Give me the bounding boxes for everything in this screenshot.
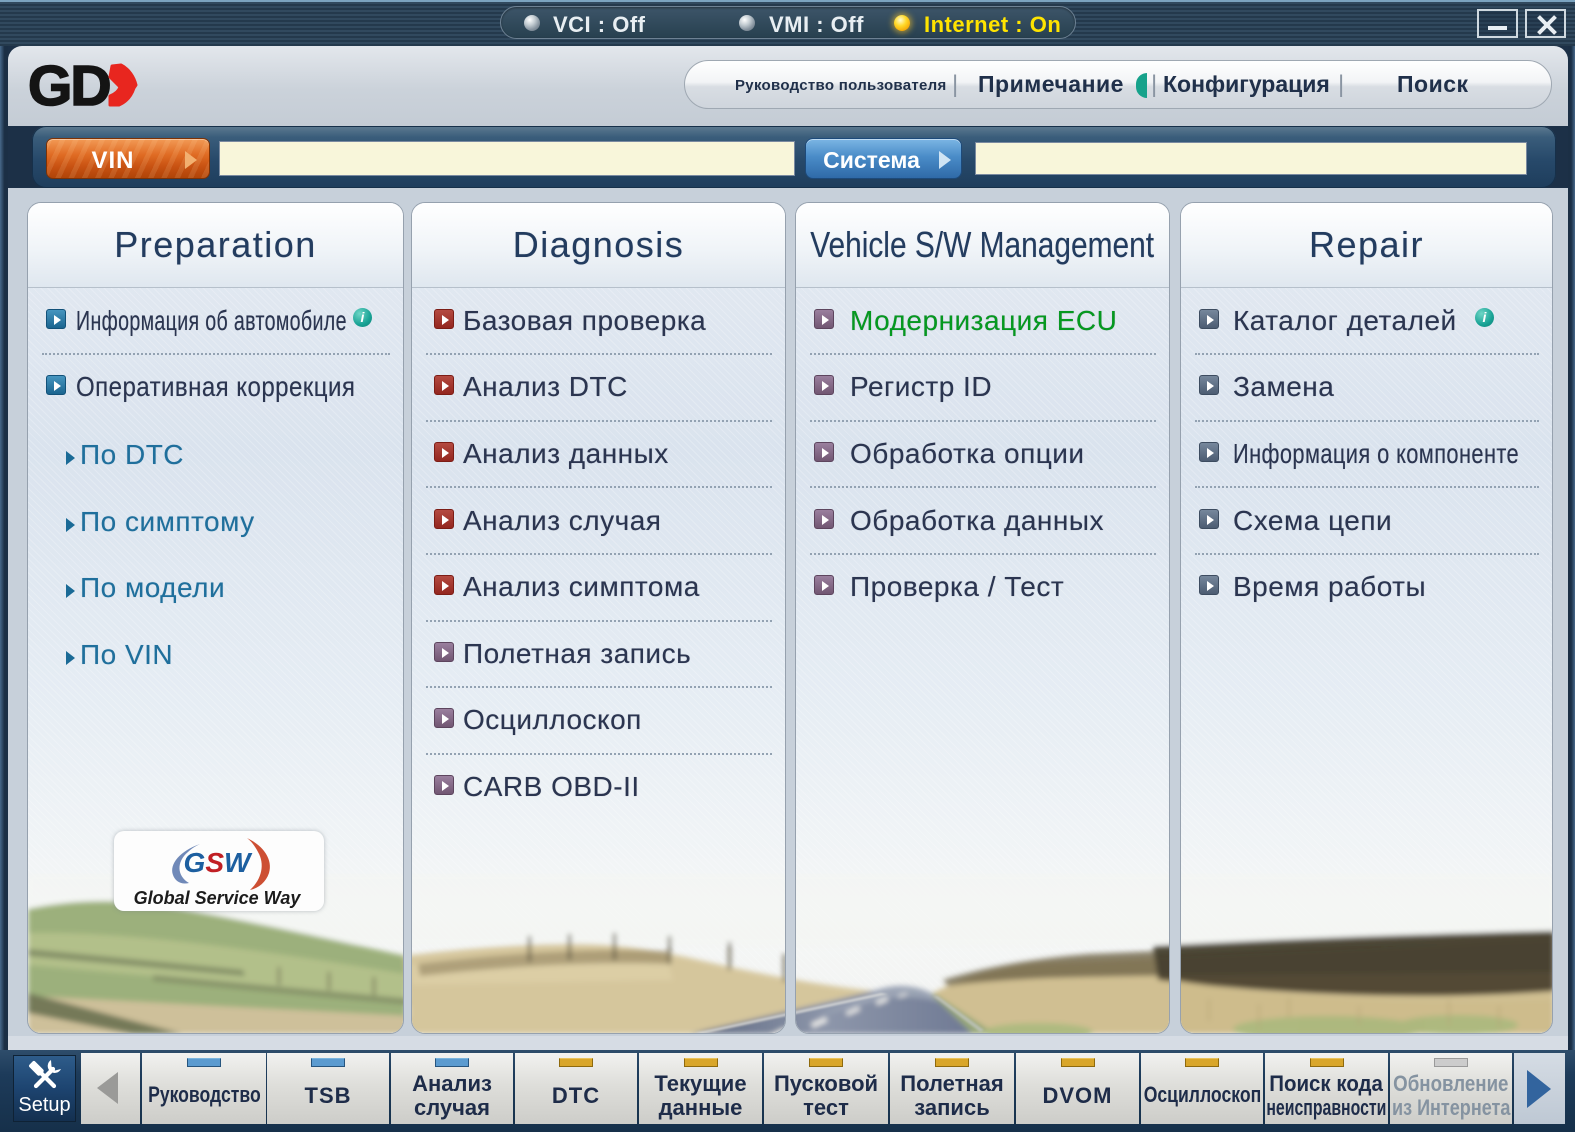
svg-text:GSW: GSW (184, 847, 253, 878)
svg-text:Global Service Way: Global Service Way (134, 888, 302, 908)
svg-text:GD: GD (28, 58, 110, 110)
